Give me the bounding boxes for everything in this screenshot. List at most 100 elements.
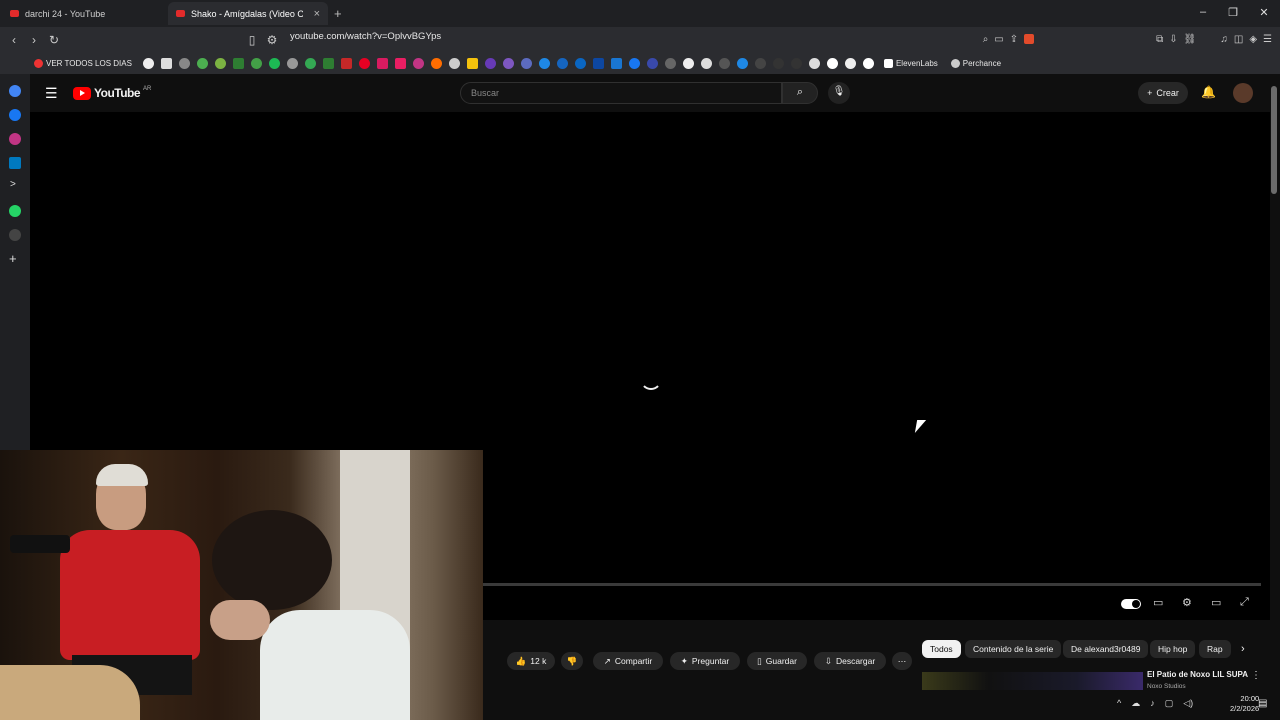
plus-icon: +: [1147, 88, 1153, 98]
bookmark-icons[interactable]: [142, 57, 881, 69]
bookmark-ver-todos[interactable]: VER TODOS LOS DIAS: [34, 58, 132, 68]
share-button[interactable]: ↗ Compartir: [593, 652, 663, 670]
chip-rap[interactable]: Rap: [1199, 640, 1231, 658]
dislike-button[interactable]: 👎: [561, 652, 583, 670]
search-input[interactable]: Buscar: [460, 82, 782, 104]
media-icon[interactable]: ♫: [1220, 34, 1228, 45]
zoom-icon[interactable]: ⌕: [983, 34, 989, 45]
new-tab-button[interactable]: +: [334, 6, 342, 21]
forward-icon[interactable]: ›: [24, 33, 44, 47]
volume-icon[interactable]: ◁): [1183, 698, 1193, 709]
youtube-logo[interactable]: YouTube AR: [73, 86, 151, 100]
bookmark-elevenlabs[interactable]: ElevenLabs: [883, 58, 938, 68]
share-page-icon[interactable]: ⇪: [1010, 34, 1018, 45]
trello-icon[interactable]: [9, 157, 21, 169]
thumbs-up-icon: 👍: [515, 655, 527, 666]
add-panel-icon[interactable]: +: [9, 251, 17, 266]
thumbs-down-icon: 👎: [566, 655, 578, 666]
sparkle-icon: ✦: [680, 655, 688, 666]
reload-icon[interactable]: ↻: [44, 33, 64, 47]
avatar[interactable]: [1233, 83, 1253, 103]
chips-next-icon[interactable]: ›: [1241, 643, 1245, 655]
save-button[interactable]: ▯ Guardar: [747, 652, 807, 670]
more-horizontal-icon: ⋯: [897, 655, 907, 666]
create-button[interactable]: + Crear: [1138, 82, 1188, 104]
menu-icon[interactable]: ☰: [1263, 34, 1272, 45]
voice-search-button[interactable]: 🎙: [828, 82, 850, 104]
tray-expand-icon[interactable]: ^: [1117, 698, 1121, 709]
bookmark-icon[interactable]: ▯: [242, 33, 262, 47]
camera-on-tripod: [10, 535, 70, 553]
recommended-channel: Noxo Studios: [1147, 683, 1186, 690]
network-icon[interactable]: ▢: [1165, 698, 1174, 709]
notification-center-icon[interactable]: ▤: [1258, 698, 1267, 709]
tray-clock[interactable]: 20:00 2/2/2026: [1230, 694, 1259, 714]
back-icon[interactable]: ‹: [4, 33, 24, 47]
video-progress-bar[interactable]: [483, 583, 1261, 586]
youtube-play-logo-icon: [73, 86, 91, 100]
settings-icon[interactable]: [9, 229, 21, 241]
tab-shako[interactable]: Shako - Amígdalas (Video Oficial ×: [168, 2, 328, 25]
person-right-hair: [212, 510, 332, 610]
theater-mode-icon[interactable]: ▭: [1211, 596, 1221, 609]
recommended-title[interactable]: El Patio de Noxo LIL SUPA: [1147, 670, 1248, 679]
search-icon: ⌕: [796, 86, 804, 98]
youtube-favicon-icon: [176, 10, 185, 17]
loading-spinner: [640, 368, 662, 390]
instagram-icon[interactable]: [9, 133, 21, 145]
system-tray: ^ ☁ ♪ ▢ ◁): [1117, 698, 1193, 709]
person-left-shirt: [60, 530, 200, 660]
browser-nav-bar: ‹ › ↻ ▯ ⚙ ⌕ ▭ ⇪ ⧉ ⇩ ⛓ ♫ ◫ ◈ ☰: [0, 27, 1280, 52]
sidebar-toggle-icon[interactable]: ◫: [1234, 34, 1243, 45]
link-icon[interactable]: ⛓: [1184, 34, 1197, 45]
google-icon[interactable]: [9, 85, 21, 97]
extensions-icon[interactable]: ⧉: [1156, 34, 1163, 45]
downloads-icon[interactable]: ⇩: [1169, 34, 1177, 45]
bookmark-save-icon: ▯: [757, 655, 762, 666]
autoplay-toggle[interactable]: [1121, 599, 1141, 609]
notifications-bell-icon[interactable]: 🔔: [1201, 85, 1216, 99]
chip-hiphop[interactable]: Hip hop: [1150, 640, 1196, 658]
brave-shield-icon[interactable]: [1024, 34, 1035, 44]
person-right-shirt: [260, 610, 410, 720]
recommended-menu-icon[interactable]: ⋮: [1251, 670, 1261, 681]
maximize-button[interactable]: ❐: [1226, 6, 1240, 19]
guitar: [0, 665, 140, 720]
more-actions-button[interactable]: ⋯: [892, 652, 912, 670]
fullscreen-icon[interactable]: ⤢: [1240, 596, 1249, 609]
subtitles-icon[interactable]: ▭: [1153, 596, 1163, 609]
facebook-icon[interactable]: [9, 109, 21, 121]
chip-alexand[interactable]: De alexand3r0489: [1063, 640, 1149, 658]
site-info-icon[interactable]: ⚙: [262, 33, 282, 47]
terminal-icon[interactable]: >: [10, 179, 16, 190]
address-bar[interactable]: youtube.com/watch?v=OplvvBGYps: [290, 31, 441, 42]
close-window-button[interactable]: ✕: [1257, 6, 1271, 19]
bookmarks-bar: VER TODOS LOS DIAS ElevenLabs Perchance: [0, 52, 1280, 74]
bookmark-perchance[interactable]: Perchance: [950, 58, 1001, 68]
tab-darchi[interactable]: darchi 24 - YouTube: [2, 2, 166, 25]
chip-serie[interactable]: Contenido de la serie: [965, 640, 1062, 658]
tab-title: Shako - Amígdalas (Video Oficial: [191, 8, 303, 19]
chip-todos[interactable]: Todos: [922, 640, 961, 658]
cloud-icon[interactable]: ☁: [1131, 698, 1140, 709]
search-button[interactable]: ⌕: [782, 82, 818, 104]
person-left-cap: [96, 464, 148, 486]
close-tab-icon[interactable]: ×: [314, 8, 320, 20]
page-scrollbar[interactable]: [1271, 86, 1277, 194]
microphone-icon: 🎙: [832, 86, 846, 97]
mic-tray-icon[interactable]: ♪: [1150, 698, 1155, 709]
hamburger-menu-icon[interactable]: ☰: [45, 85, 58, 102]
settings-gear-icon[interactable]: ⚙: [1182, 596, 1192, 609]
browser-tab-bar: darchi 24 - YouTube Shako - Amígdalas (V…: [0, 0, 1280, 27]
whatsapp-icon[interactable]: [9, 205, 21, 217]
cast-icon[interactable]: ▭: [994, 34, 1003, 45]
minimize-button[interactable]: –: [1196, 6, 1210, 18]
youtube-favicon-icon: [10, 10, 19, 17]
wallet-icon[interactable]: ◈: [1249, 34, 1257, 45]
download-icon: ⇩: [824, 655, 832, 666]
like-button[interactable]: 👍 12 k: [507, 652, 555, 670]
recommended-thumbnail[interactable]: [922, 672, 1143, 690]
download-button[interactable]: ⇩ Descargar: [814, 652, 886, 670]
tab-title: darchi 24 - YouTube: [25, 8, 106, 19]
ask-button[interactable]: ✦ Preguntar: [670, 652, 740, 670]
